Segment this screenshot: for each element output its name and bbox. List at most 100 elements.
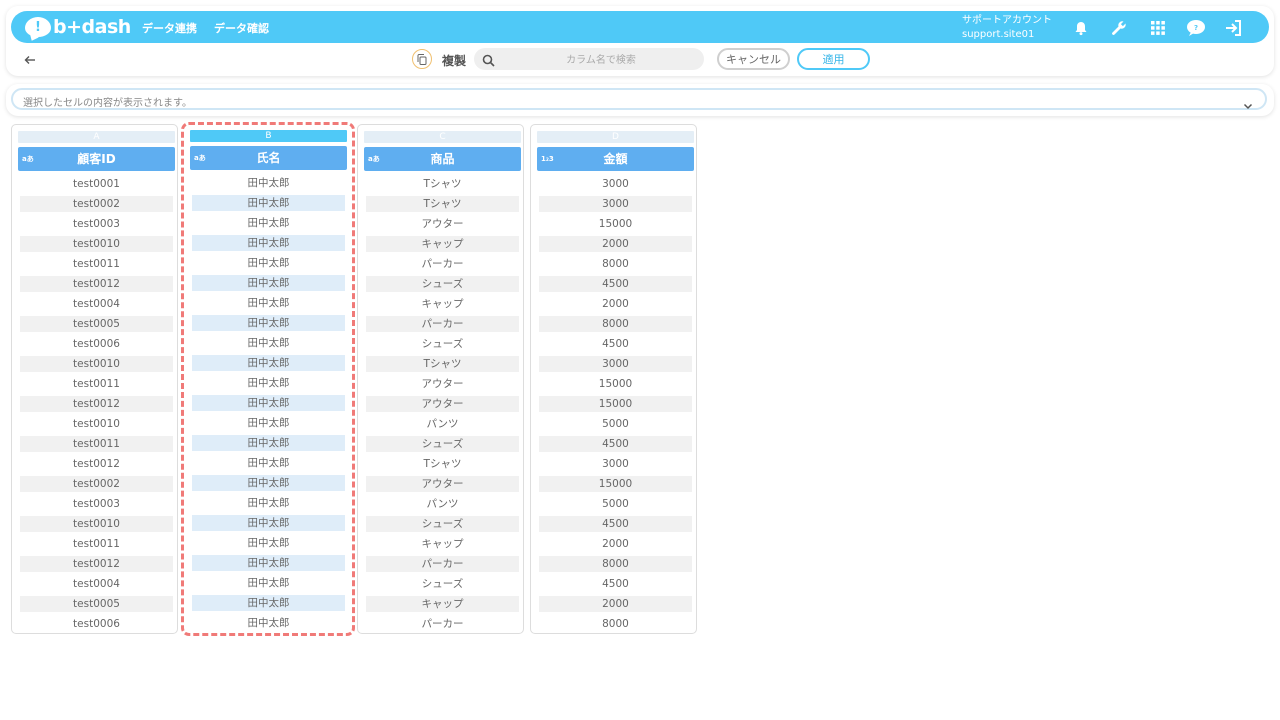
table-cell[interactable]: test0011	[20, 436, 173, 452]
table-cell[interactable]: シューズ	[366, 276, 519, 292]
table-cell[interactable]: パーカー	[366, 316, 519, 332]
table-cell[interactable]: 田中太郎	[192, 275, 345, 291]
table-cell[interactable]: 田中太郎	[192, 255, 345, 271]
table-cell[interactable]: test0004	[20, 576, 173, 592]
table-cell[interactable]: パーカー	[366, 616, 519, 632]
table-cell[interactable]: 田中太郎	[192, 515, 345, 531]
logo[interactable]: ! b+dash	[25, 15, 131, 39]
table-cell[interactable]: 3000	[539, 456, 692, 472]
table-cell[interactable]: test0006	[20, 336, 173, 352]
table-cell[interactable]: パンツ	[366, 496, 519, 512]
table-cell[interactable]: パンツ	[366, 416, 519, 432]
table-cell[interactable]: 4500	[539, 576, 692, 592]
table-cell[interactable]: Tシャツ	[366, 176, 519, 192]
account-info[interactable]: サポートアカウント support.site01	[962, 14, 1052, 42]
table-cell[interactable]: 田中太郎	[192, 335, 345, 351]
table-cell[interactable]: パーカー	[366, 556, 519, 572]
table-cell[interactable]: シューズ	[366, 516, 519, 532]
table-cell[interactable]: キャップ	[366, 536, 519, 552]
table-cell[interactable]: 15000	[539, 376, 692, 392]
table-cell[interactable]: 8000	[539, 556, 692, 572]
table-cell[interactable]: 田中太郎	[192, 435, 345, 451]
table-cell[interactable]: test0010	[20, 516, 173, 532]
table-cell[interactable]: 田中太郎	[192, 315, 345, 331]
table-cell[interactable]: シューズ	[366, 336, 519, 352]
table-cell[interactable]: test0011	[20, 376, 173, 392]
table-cell[interactable]: 8000	[539, 256, 692, 272]
column-letter[interactable]: B	[190, 130, 347, 142]
table-cell[interactable]: 15000	[539, 216, 692, 232]
bell-icon[interactable]	[1071, 18, 1091, 38]
nav-data-check[interactable]: データ確認	[214, 20, 269, 36]
nav-data-integration[interactable]: データ連携	[142, 20, 197, 36]
table-cell[interactable]: test0011	[20, 256, 173, 272]
table-cell[interactable]: test0011	[20, 536, 173, 552]
table-cell[interactable]: 4500	[539, 336, 692, 352]
column-letter[interactable]: D	[537, 131, 694, 143]
table-cell[interactable]: 田中太郎	[192, 295, 345, 311]
search-input[interactable]	[504, 50, 698, 70]
table-cell[interactable]: 3000	[539, 196, 692, 212]
table-cell[interactable]: test0001	[20, 176, 173, 192]
table-cell[interactable]: test0003	[20, 496, 173, 512]
table-cell[interactable]: 田中太郎	[192, 415, 345, 431]
table-cell[interactable]: 15000	[539, 396, 692, 412]
table-cell[interactable]: 田中太郎	[192, 555, 345, 571]
column-header[interactable]: 1₂3 金額	[537, 147, 694, 171]
table-cell[interactable]: 8000	[539, 316, 692, 332]
table-cell[interactable]: test0012	[20, 396, 173, 412]
apply-button[interactable]: 適用	[797, 48, 870, 70]
table-cell[interactable]: 8000	[539, 616, 692, 632]
data-column[interactable]: D 1₂3 金額 3000 3000 15000 2000 8000 4500 2000 8000 4…	[530, 124, 697, 634]
column-header[interactable]: aあ 商品	[364, 147, 521, 171]
help-icon[interactable]: ?	[1186, 18, 1206, 38]
table-cell[interactable]: 田中太郎	[192, 215, 345, 231]
table-cell[interactable]: キャップ	[366, 596, 519, 612]
table-cell[interactable]: 田中太郎	[192, 375, 345, 391]
table-cell[interactable]: 5000	[539, 496, 692, 512]
table-cell[interactable]: test0002	[20, 476, 173, 492]
table-cell[interactable]: アウター	[366, 376, 519, 392]
table-cell[interactable]: Tシャツ	[366, 456, 519, 472]
table-cell[interactable]: 田中太郎	[192, 175, 345, 191]
table-cell[interactable]: シューズ	[366, 576, 519, 592]
logout-icon[interactable]	[1224, 18, 1244, 38]
table-cell[interactable]: 田中太郎	[192, 495, 345, 511]
table-cell[interactable]: test0012	[20, 456, 173, 472]
table-cell[interactable]: 田中太郎	[192, 355, 345, 371]
table-cell[interactable]: 田中太郎	[192, 455, 345, 471]
wrench-icon[interactable]	[1109, 18, 1129, 38]
table-cell[interactable]: パーカー	[366, 256, 519, 272]
table-cell[interactable]: 3000	[539, 176, 692, 192]
table-cell[interactable]: アウター	[366, 396, 519, 412]
table-cell[interactable]: 田中太郎	[192, 235, 345, 251]
table-cell[interactable]: 2000	[539, 296, 692, 312]
cancel-button[interactable]: キャンセル	[717, 48, 790, 70]
table-cell[interactable]: test0010	[20, 356, 173, 372]
data-column[interactable]: Baあ 氏名 田中太郎 田中太郎 田中太郎 田中太郎 田中太郎 田中太郎 田中太郎 田中太郎 田中太…	[184, 124, 351, 634]
table-cell[interactable]: シューズ	[366, 436, 519, 452]
table-cell[interactable]: 田中太郎	[192, 615, 345, 631]
table-cell[interactable]: 4500	[539, 276, 692, 292]
table-cell[interactable]: キャップ	[366, 296, 519, 312]
table-cell[interactable]: test0005	[20, 596, 173, 612]
table-cell[interactable]: test0012	[20, 556, 173, 572]
data-column[interactable]: Caあ 商品 Tシャツ Tシャツ アウター キャップ パーカー シューズ キャップ パーカー シュー…	[357, 124, 524, 634]
table-cell[interactable]: 田中太郎	[192, 475, 345, 491]
cell-content-bar[interactable]: 選択したセルの内容が表示されます。	[11, 88, 1267, 110]
table-cell[interactable]: 2000	[539, 536, 692, 552]
table-cell[interactable]: Tシャツ	[366, 196, 519, 212]
table-cell[interactable]: test0010	[20, 236, 173, 252]
table-cell[interactable]: 田中太郎	[192, 535, 345, 551]
table-cell[interactable]: test0010	[20, 416, 173, 432]
column-letter[interactable]: A	[18, 131, 175, 143]
table-cell[interactable]: test0004	[20, 296, 173, 312]
grid-icon[interactable]	[1148, 18, 1168, 38]
table-cell[interactable]: 15000	[539, 476, 692, 492]
table-cell[interactable]: 5000	[539, 416, 692, 432]
table-cell[interactable]: test0012	[20, 276, 173, 292]
table-cell[interactable]: test0002	[20, 196, 173, 212]
table-cell[interactable]: test0006	[20, 616, 173, 632]
table-cell[interactable]: test0005	[20, 316, 173, 332]
table-cell[interactable]: 4500	[539, 436, 692, 452]
